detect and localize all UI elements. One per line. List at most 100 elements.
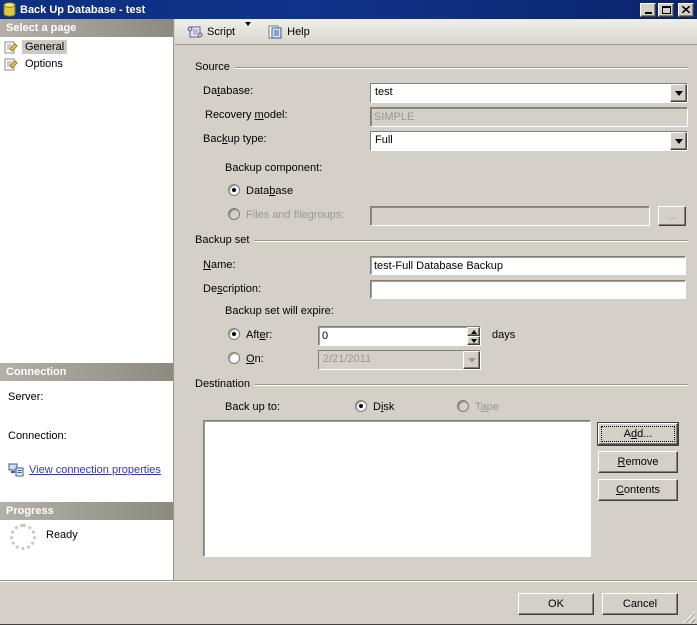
script-button-label: Script xyxy=(207,25,236,38)
view-connection-properties-link[interactable]: View connection properties xyxy=(29,464,161,476)
on-radio[interactable] xyxy=(228,352,240,364)
progress-status: Ready xyxy=(46,529,78,541)
sidebar-item-label: Options xyxy=(25,58,63,70)
backup-to-label: Back up to: xyxy=(225,401,281,413)
source-group-label: Source xyxy=(195,61,230,73)
cancel-button[interactable]: Cancel xyxy=(602,593,678,615)
database-icon xyxy=(3,2,16,17)
recovery-model-label: Recovery model: xyxy=(205,109,288,121)
on-date-value: 2/21/2011 xyxy=(319,351,463,369)
ok-button[interactable]: OK xyxy=(518,593,594,615)
disk-radio-label: Disk xyxy=(373,401,395,413)
chevron-down-icon[interactable] xyxy=(670,132,687,150)
description-input[interactable] xyxy=(371,281,685,298)
tape-radio xyxy=(457,400,469,412)
after-days-spinner[interactable] xyxy=(318,326,481,346)
remove-button[interactable]: Remove xyxy=(598,451,678,473)
source-group-header: Source xyxy=(195,61,688,73)
database-radio-label: Database xyxy=(246,185,294,197)
close-icon xyxy=(682,6,690,13)
backup-type-label: Backup type: xyxy=(203,133,267,145)
files-filegroups-radio xyxy=(228,208,240,220)
spin-up-icon xyxy=(470,329,477,334)
backup-set-group-label: Backup set xyxy=(195,234,250,246)
browse-button: ... xyxy=(658,206,686,226)
select-page-header: Select a page xyxy=(0,19,173,37)
maximize-button[interactable] xyxy=(658,2,674,17)
recovery-model-field xyxy=(370,107,688,127)
destination-group-header: Destination xyxy=(195,378,688,390)
name-field[interactable] xyxy=(370,256,686,275)
backup-type-combobox-value: Full xyxy=(371,132,670,150)
toolbar: Script Help xyxy=(175,19,697,45)
connection-header: Connection xyxy=(0,363,173,381)
minimize-button[interactable] xyxy=(640,2,656,17)
sidebar-item-label: General xyxy=(22,40,68,54)
page-icon xyxy=(4,41,18,54)
maximize-icon xyxy=(661,5,671,14)
database-combobox[interactable]: test xyxy=(370,83,688,103)
files-filegroups-field xyxy=(370,206,650,226)
after-days-input[interactable] xyxy=(319,327,467,345)
title-bar[interactable]: Back Up Database - test xyxy=(0,0,697,19)
name-input[interactable] xyxy=(371,257,685,274)
server-label: Server: xyxy=(8,391,44,403)
database-radio[interactable] xyxy=(228,184,240,196)
script-dropdown-button[interactable] xyxy=(241,21,255,40)
files-filegroups-input xyxy=(371,207,649,225)
name-label: Name: xyxy=(203,259,236,271)
network-icon xyxy=(8,463,24,477)
chevron-down-icon xyxy=(463,351,480,369)
destination-listbox[interactable] xyxy=(203,420,591,557)
minimize-icon xyxy=(644,12,652,14)
database-combobox-value: test xyxy=(371,84,670,102)
days-label: days xyxy=(492,329,516,341)
on-date-combobox: 2/21/2011 xyxy=(318,350,481,370)
group-divider xyxy=(254,240,688,242)
chevron-down-icon xyxy=(245,21,252,38)
progress-status-row: Ready xyxy=(10,524,78,550)
description-label: Description: xyxy=(203,283,262,295)
spin-up-button[interactable] xyxy=(467,327,480,336)
add-button[interactable]: Add... xyxy=(598,423,678,445)
backup-database-dialog: Back Up Database - test Select a page Ge… xyxy=(0,0,697,625)
view-connection-properties[interactable]: View connection properties xyxy=(8,462,161,477)
contents-button[interactable]: Contents xyxy=(598,479,678,501)
spin-down-icon xyxy=(470,338,477,343)
window-title: Back Up Database - test xyxy=(20,3,146,16)
connection-label: Connection: xyxy=(8,430,67,442)
sidebar-item-options[interactable]: Options xyxy=(4,56,70,72)
disk-radio[interactable] xyxy=(355,400,367,412)
progress-header: Progress xyxy=(0,502,173,520)
files-filegroups-radio-label: Files and filegroups: xyxy=(246,209,345,221)
sidebar: Select a page General Options Connection… xyxy=(0,19,174,580)
destination-group-label: Destination xyxy=(195,378,251,390)
spin-down-button[interactable] xyxy=(467,336,480,345)
backup-component-label: Backup component: xyxy=(225,162,323,174)
footer: OK Cancel xyxy=(0,580,697,624)
database-label: Database: xyxy=(203,85,254,97)
help-button[interactable]: Help xyxy=(263,23,314,41)
on-radio-label: On: xyxy=(246,353,264,365)
help-icon xyxy=(268,25,282,38)
general-page-content: Source Database: test Recovery model: Ba… xyxy=(175,45,697,580)
group-divider xyxy=(234,67,688,69)
script-button[interactable]: Script xyxy=(183,23,239,41)
resize-grip[interactable] xyxy=(682,610,695,623)
expire-label: Backup set will expire: xyxy=(225,305,334,317)
tape-radio-label: Tape xyxy=(475,401,499,413)
backup-set-group-header: Backup set xyxy=(195,234,688,246)
chevron-down-icon[interactable] xyxy=(670,84,687,102)
page-icon xyxy=(4,58,18,71)
close-button[interactable] xyxy=(678,2,694,17)
description-field[interactable] xyxy=(370,280,686,299)
help-button-label: Help xyxy=(287,25,310,38)
after-radio[interactable] xyxy=(228,328,240,340)
recovery-model-input xyxy=(371,108,687,126)
backup-type-combobox[interactable]: Full xyxy=(370,131,688,151)
after-radio-label: After: xyxy=(246,329,273,341)
script-icon xyxy=(187,26,203,37)
progress-spinner-icon xyxy=(10,524,36,550)
sidebar-item-general[interactable]: General xyxy=(4,39,71,55)
group-divider xyxy=(255,384,688,386)
